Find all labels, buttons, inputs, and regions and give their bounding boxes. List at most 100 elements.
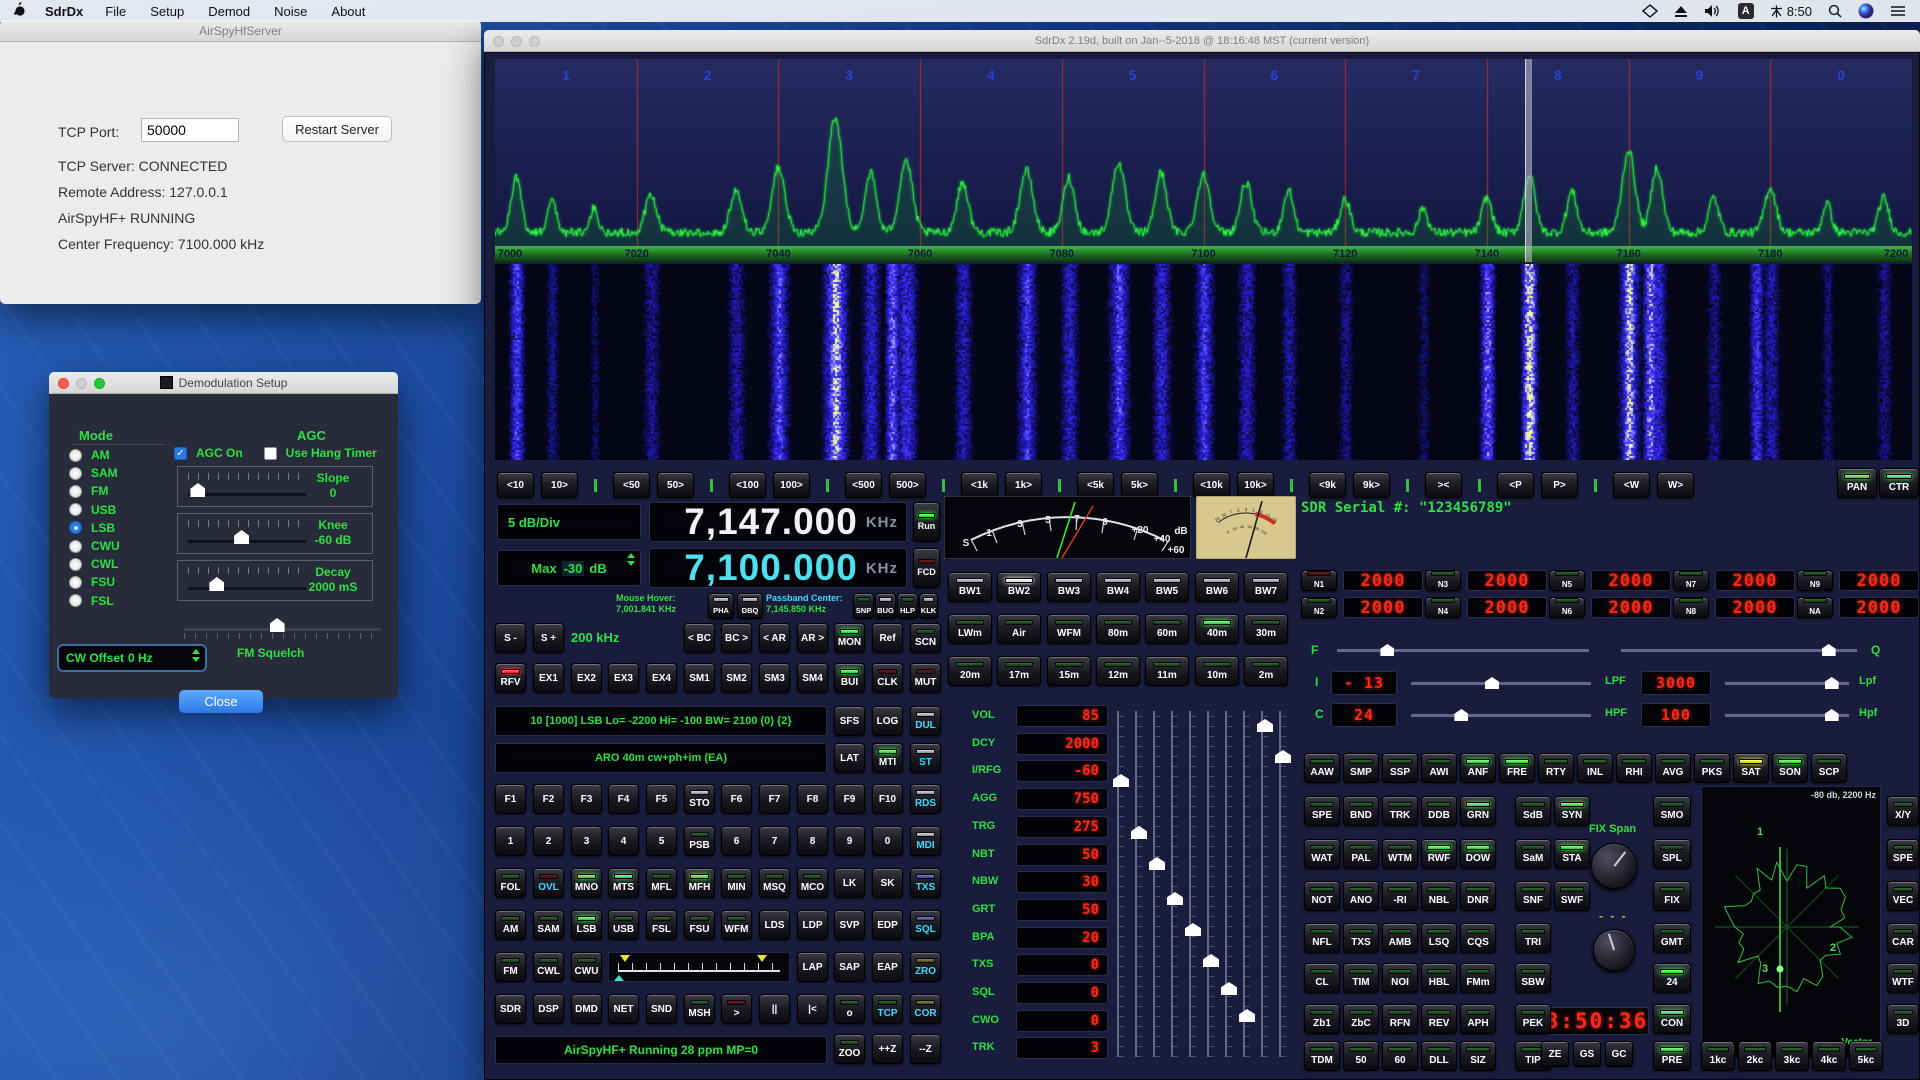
btn-n6[interactable]: N6 [1549,597,1585,618]
vertical-slider-track-6[interactable] [1225,711,1232,1057]
btn-f9[interactable]: F9 [834,784,865,814]
vertical-slider-thumb-7[interactable] [1239,1009,1255,1022]
mode-radio-cwu[interactable]: CWU [69,539,120,553]
btn-svp[interactable]: SVP [834,910,865,940]
btn-fmm[interactable]: FMm [1460,963,1496,993]
btn-sm2[interactable]: SM2 [721,663,752,693]
btn-rty[interactable]: RTY [1538,753,1574,783]
btn-ddb[interactable]: DDB [1421,796,1457,826]
btn-na[interactable]: NA [1797,597,1833,618]
btn-tdm[interactable]: TDM [1304,1041,1340,1071]
vertical-slider-track-3[interactable] [1171,711,1178,1057]
btn-vec[interactable]: VEC [1887,881,1919,911]
btn-mon[interactable]: MON [834,623,865,653]
center-frequency-display[interactable]: 7,100.000KHz [649,548,907,588]
btn-pks[interactable]: PKS [1694,753,1730,783]
btn-10k>[interactable]: 10k> [1237,472,1274,498]
btn-bui[interactable]: BUI [834,663,865,693]
btn-sql[interactable]: SQL [910,910,941,940]
restart-server-button[interactable]: Restart Server [282,116,392,142]
demod-close-button[interactable] [58,378,69,389]
btn-lwm[interactable]: LWm [948,614,992,644]
mode-radio-sam[interactable]: SAM [69,466,118,480]
btn-ex3[interactable]: EX3 [608,663,639,693]
btn-30m[interactable]: 30m [1244,614,1288,644]
btn-5k>[interactable]: 5k> [1121,472,1158,498]
vertical-slider-thumb-9[interactable] [1275,750,1291,763]
btn-fre[interactable]: FRE [1499,753,1535,783]
btn-x/y[interactable]: X/Y [1887,796,1919,826]
btn-psb[interactable]: PSB [684,826,715,856]
search-icon[interactable] [1828,4,1842,18]
btn-pan[interactable]: PAN [1837,468,1877,498]
btn-ref[interactable]: Ref [872,623,903,653]
vertical-slider-thumb-2[interactable] [1149,857,1165,870]
waterfall-display[interactable] [495,264,1912,460]
btn-f6[interactable]: F6 [721,784,752,814]
demod-close-action-button[interactable]: Close [179,690,263,713]
btn-pha[interactable]: PHA [708,593,734,619]
agc-slider-knee[interactable]: Knee-60 dB [177,513,373,554]
btn-eap[interactable]: EAP [872,952,903,982]
menu-item-demod[interactable]: Demod [196,4,262,19]
btn-<500[interactable]: <500 [845,472,882,498]
c-slider-thumb[interactable] [1454,709,1468,721]
btn-rhi[interactable]: RHI [1616,753,1652,783]
btn-lsb[interactable]: LSB [571,910,602,940]
btn-cl[interactable]: CL [1304,963,1340,993]
hpf-slider-thumb[interactable] [1825,709,1839,721]
btn-spe[interactable]: SPE [1304,796,1340,826]
btn-60[interactable]: 60 [1382,1041,1418,1071]
vertical-slider-thumb-4[interactable] [1185,923,1201,936]
btn-rev[interactable]: REV [1421,1004,1457,1034]
btn-dsp[interactable]: DSP [533,994,564,1024]
btn-gmt[interactable]: GMT [1653,923,1691,953]
mode-radio-am[interactable]: AM [69,448,110,462]
btn-grn[interactable]: GRN [1460,796,1496,826]
btn-2m[interactable]: 2m [1244,656,1288,686]
btn-5kc[interactable]: 5kc [1849,1041,1883,1071]
btn-syn[interactable]: SYN [1554,796,1590,826]
c-slider-track[interactable] [1411,714,1591,717]
btn-n8[interactable]: N8 [1673,597,1709,618]
demod-minimize-button[interactable] [76,378,87,389]
btn-mno[interactable]: MNO [571,868,602,898]
db-per-div-panel[interactable]: 5 dB/Div [497,504,641,540]
btn-cor[interactable]: COR [910,994,941,1024]
btn-60m[interactable]: 60m [1145,614,1189,644]
btn-3d[interactable]: 3D [1887,1004,1919,1034]
btn-100>[interactable]: 100> [773,472,810,498]
btn-gs[interactable]: GS [1573,1041,1601,1067]
btn-avg[interactable]: AVG [1655,753,1691,783]
btn-ze[interactable]: ZE [1541,1041,1569,1067]
btn-sfs[interactable]: SFS [834,706,865,736]
btn-tri[interactable]: TRI [1515,923,1551,953]
vertical-slider-track-7[interactable] [1243,711,1250,1057]
btn-fix[interactable]: FIX [1653,881,1691,911]
btn-ex4[interactable]: EX4 [646,663,677,693]
btn-1kc[interactable]: 1kc [1701,1041,1735,1071]
btn-net[interactable]: NET [608,994,639,1024]
btn-awi[interactable]: AWI [1421,753,1457,783]
btn-5[interactable]: 5 [646,826,677,856]
btn-nfl[interactable]: NFL [1304,923,1340,953]
agc-on-checkbox[interactable]: ✓AGC On Use Hang Timer [174,446,377,460]
btn-10m[interactable]: 10m [1195,656,1239,686]
btn-air[interactable]: Air [997,614,1041,644]
btn-spl[interactable]: SPL [1653,839,1691,869]
btn-usb[interactable]: USB [608,910,639,940]
btn-fol[interactable]: FOL [495,868,526,898]
mode-radio-usb[interactable]: USB [69,503,116,517]
vertical-slider-track-4[interactable] [1189,711,1196,1057]
btn-mfl[interactable]: MFL [646,868,677,898]
btn--ri[interactable]: -RI [1382,881,1418,911]
btn-3[interactable]: 3 [571,826,602,856]
menu-item-about[interactable]: About [319,4,377,19]
btn-ar >[interactable]: AR > [797,623,828,653]
q-slider-track[interactable] [1621,649,1857,652]
btn-st[interactable]: ST [910,743,941,773]
btn-1[interactable]: 1 [495,826,526,856]
cw-offset-spinner[interactable]: CW Offset0 Hz [57,644,207,672]
btn-sam[interactable]: SAM [533,910,564,940]
vertical-slider-thumb-8[interactable] [1257,719,1273,732]
